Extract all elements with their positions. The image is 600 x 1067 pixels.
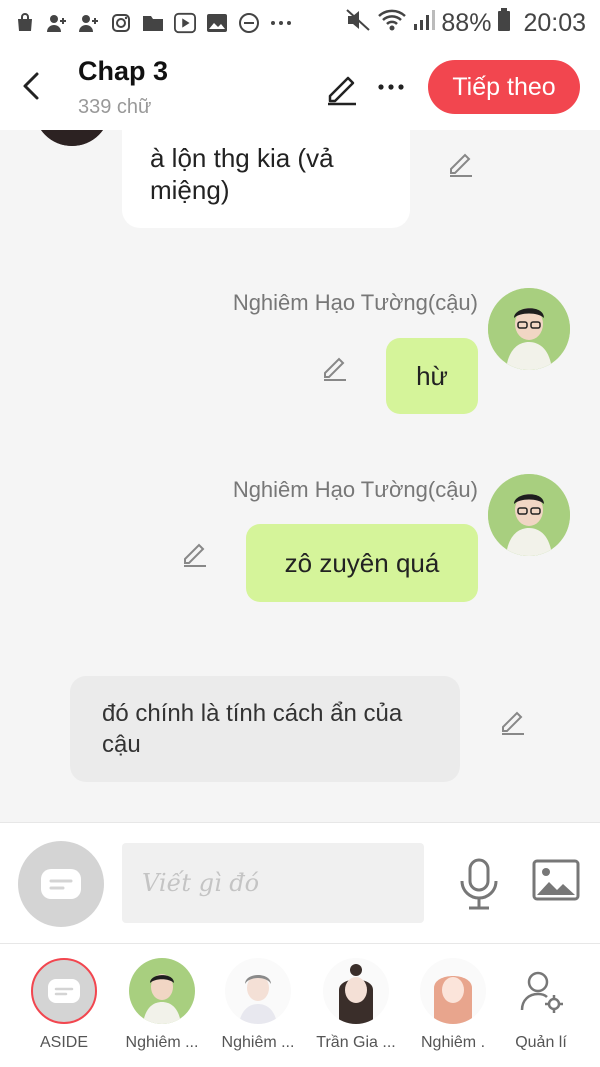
aside-toggle-button[interactable] [18,841,104,927]
pencil-icon [328,76,356,106]
character-item[interactable]: Nghiêm . [408,958,498,1052]
message-box-icon [41,869,81,899]
message-box-icon [48,979,80,1003]
avatar[interactable] [488,288,570,370]
pencil-icon [502,711,524,735]
character-item[interactable]: Nghiêm ... [213,958,303,1052]
narration-bubble[interactable]: đó chính là tính cách ẩn của cậu [70,676,460,782]
next-button[interactable]: Tiếp theo [428,60,580,114]
mute-icon [345,8,371,39]
edit-message-button[interactable] [446,148,476,178]
pencil-icon [324,357,346,381]
character-item[interactable]: Nghiêm ... [117,958,207,1052]
character-label: ASIDE [39,1034,88,1051]
voice-input-button[interactable] [456,857,502,911]
clock: 20:03 [523,8,586,37]
gallery-icon [206,12,228,34]
sender-name: Nghiêm Hạo Tường(cậu) [232,290,478,315]
add-contact-icon [46,12,68,34]
manage-characters-button[interactable]: Quản lí [496,958,586,1052]
aside-avatar [31,958,97,1024]
pencil-icon [450,153,472,177]
page-title: Chap 3 [78,56,169,86]
edit-message-button[interactable] [320,352,350,382]
microphone-icon [460,858,498,910]
character-item[interactable]: Trần Gia ... [311,958,401,1052]
instagram-icon [110,12,132,34]
shopping-bag-icon [14,12,36,34]
avatar[interactable] [34,130,110,146]
edit-message-button[interactable] [180,538,210,568]
folder-icon [142,12,164,34]
image-icon [532,859,580,901]
avatar [420,958,486,1024]
notification-icons [14,12,292,34]
chevron-left-icon [23,72,39,100]
character-label: Nghiêm ... [221,1034,295,1051]
signal-icon [413,9,436,38]
more-notifications-icon [270,12,292,34]
character-label: Nghiêm . [420,1034,486,1051]
character-bar: ASIDE Nghiêm ... Nghiêm ... Trần Gia ...… [0,944,600,1067]
battery-icon [497,7,511,39]
word-count: 339 chữ [78,96,152,118]
message-bubble[interactable]: zô zuyên quá [246,524,478,602]
avatar [323,958,389,1024]
message-bubble[interactable]: hừ [386,338,478,414]
avatar [129,958,195,1024]
insert-image-button[interactable] [532,859,582,907]
sender-name: Nghiêm Hạo Tường(cậu) [232,477,478,502]
more-options-button[interactable] [374,70,408,104]
user-settings-icon [520,971,563,1013]
chat-area[interactable]: à lộn thg kia (vả miệng) Nghiêm Hạo Tườn… [0,130,600,822]
avatar[interactable] [488,474,570,556]
character-label: Nghiêm ... [125,1034,199,1051]
video-player-icon [174,12,196,34]
avatar [225,958,291,1024]
back-button[interactable] [14,66,48,106]
system-indicators: 88% 20:03 [345,7,586,39]
character-label: Trần Gia ... [316,1034,396,1051]
more-icon [378,84,404,90]
wifi-icon [377,8,407,39]
edit-chapter-button[interactable] [322,68,362,108]
pencil-icon [184,543,206,567]
do-not-disturb-icon [238,12,260,34]
character-label: Quản lí [515,1034,567,1051]
status-bar: 88% 20:03 [0,0,600,46]
edit-message-button[interactable] [498,706,528,736]
add-contact-icon [78,12,100,34]
character-aside[interactable]: ASIDE [19,958,109,1052]
manage-icon-wrap [508,958,574,1024]
composer [0,822,600,944]
message-input[interactable] [122,843,424,923]
chapter-header: Chap 3 339 chữ Tiếp theo [0,46,600,130]
battery-percent: 88% [441,8,492,37]
message-bubble[interactable]: à lộn thg kia (vả miệng) [122,130,410,228]
